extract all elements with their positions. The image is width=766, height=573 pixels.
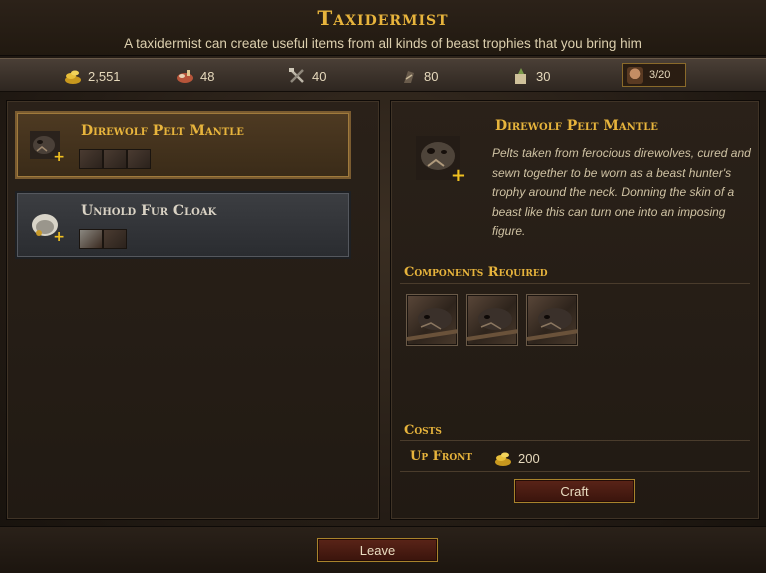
direwolf-pelt-icon[interactable] (526, 294, 578, 346)
direwolf-pelt-icon[interactable] (466, 294, 518, 346)
divider (400, 283, 750, 284)
direwolf-mantle-icon: + (29, 129, 65, 165)
upfront-cost: 200 (494, 449, 540, 467)
unhold-fur-icon (79, 229, 103, 249)
add-icon: + (53, 229, 65, 245)
page-title: Taxidermist (317, 6, 449, 30)
roster-value: 3/20 (649, 69, 671, 81)
recipe-components (79, 229, 127, 249)
crowns-resource: 2,551 (64, 67, 121, 85)
page-subtitle: A taxidermist can create useful items fr… (124, 36, 642, 51)
direwolf-pelt-icon (127, 149, 151, 169)
leave-button[interactable]: Leave (317, 538, 438, 562)
crowns-icon (494, 449, 512, 467)
tools-value: 40 (312, 68, 327, 84)
tools-resource: 40 (288, 67, 326, 85)
direwolf-pelt-icon[interactable] (406, 294, 458, 346)
add-icon: + (53, 149, 65, 165)
divider (400, 440, 750, 441)
upfront-label: Up Front (410, 449, 473, 464)
recipe-item-direwolf-pelt-mantle[interactable]: + Direwolf Pelt Mantle (15, 111, 351, 179)
ammo-value: 30 (536, 68, 551, 84)
crowns-value: 2,551 (88, 68, 121, 84)
components-heading: Components Required (404, 265, 548, 280)
direwolf-pelt-icon (79, 149, 103, 169)
crowns-icon (64, 67, 82, 85)
upfront-cost-value: 200 (518, 450, 540, 466)
recipe-item-unhold-fur-cloak[interactable]: + Unhold Fur Cloak (15, 191, 351, 259)
detail-description: Pelts taken from ferocious direwolves, c… (492, 146, 751, 238)
tools-icon (288, 67, 306, 85)
recipe-name: Unhold Fur Cloak (81, 203, 217, 219)
craft-button[interactable]: Craft (514, 479, 635, 503)
direwolf-mantle-large-icon: + (416, 132, 466, 188)
medicine-icon (400, 67, 418, 85)
header: Taxidermist A taxidermist can create use… (0, 0, 766, 56)
unhold-hide-icon (103, 229, 127, 249)
resource-bar: 2,551 48 40 80 30 3/20 (0, 58, 766, 92)
ammo-resource: 30 (512, 67, 550, 85)
provisions-resource: 48 (176, 67, 214, 85)
medicine-value: 80 (424, 68, 439, 84)
add-icon: + (450, 165, 466, 186)
provisions-icon (176, 67, 194, 85)
divider (400, 471, 750, 472)
medicine-resource: 80 (400, 67, 438, 85)
ammo-icon (512, 67, 530, 85)
roster-counter[interactable]: 3/20 (622, 63, 686, 87)
portrait-icon (627, 66, 643, 84)
provisions-value: 48 (200, 68, 215, 84)
detail-title: Direwolf Pelt Mantle (495, 118, 658, 134)
recipe-list-panel: + Direwolf Pelt Mantle + Unhold Fur Cloa… (6, 100, 380, 520)
unhold-cloak-icon: + (29, 209, 65, 245)
costs-heading: Costs (404, 423, 442, 438)
recipe-name: Direwolf Pelt Mantle (81, 123, 244, 139)
recipe-components (79, 149, 151, 169)
direwolf-pelt-icon (103, 149, 127, 169)
